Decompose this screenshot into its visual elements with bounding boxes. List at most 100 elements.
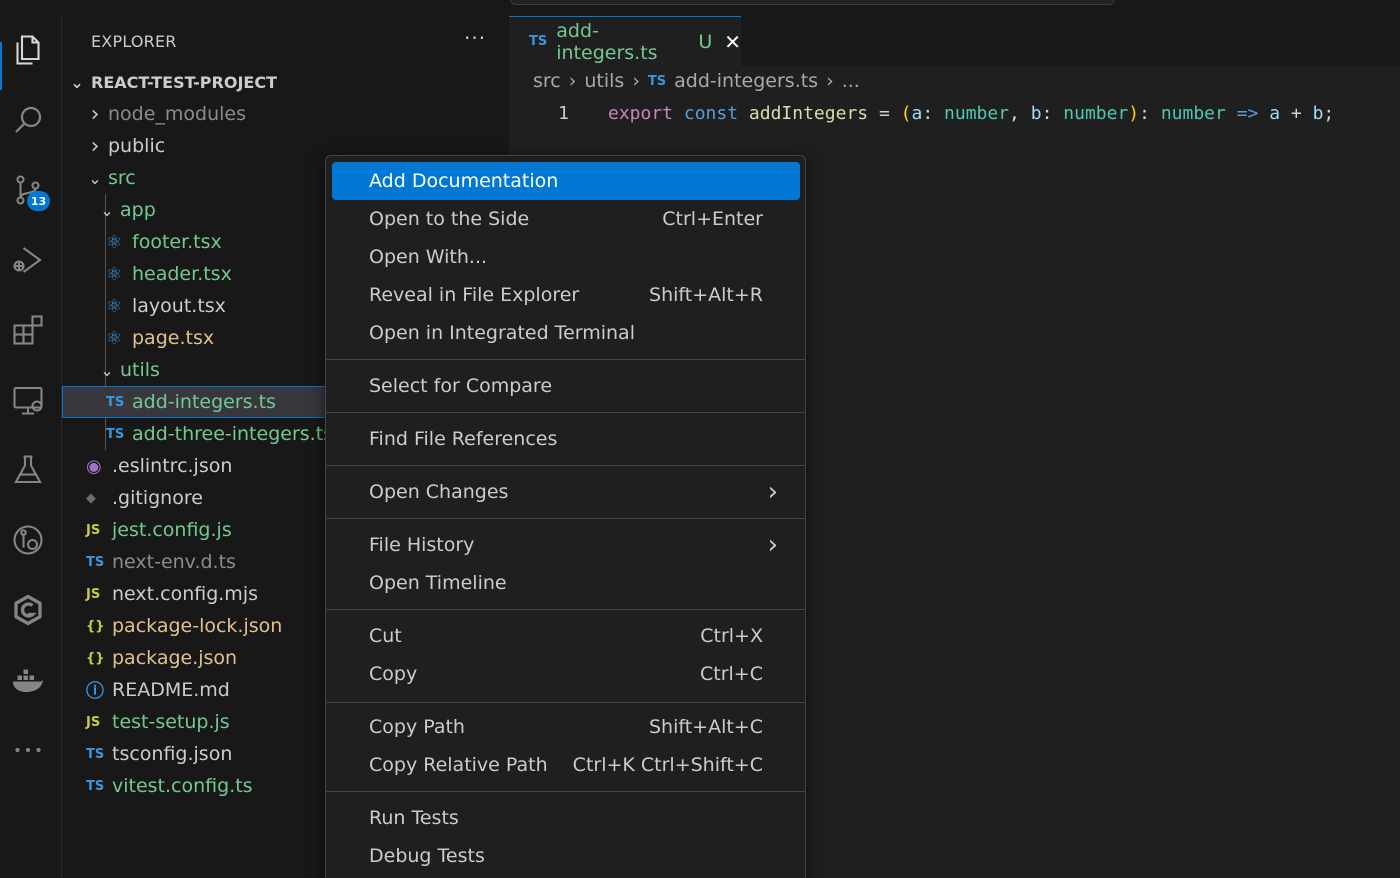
javascript-icon: JS <box>86 714 101 730</box>
tree-item-label: .eslintrc.json <box>112 455 233 477</box>
menu-item-open-changes[interactable]: Open Changes › <box>332 473 800 511</box>
line-number: 1 <box>558 102 569 124</box>
menu-item-copy-path[interactable]: Copy Path Shift+Alt+C <box>332 708 800 746</box>
chevron-right-icon: › <box>767 530 778 560</box>
git-graph-icon[interactable] <box>8 520 48 560</box>
chevron-right-icon: › <box>826 70 834 92</box>
javascript-icon: JS <box>86 522 101 538</box>
react-icon: ⚛ <box>106 263 123 285</box>
tree-item[interactable]: › node_modules <box>62 98 509 130</box>
tree-item-label: add-integers.ts <box>132 391 276 413</box>
menu-separator <box>326 412 805 413</box>
menu-item-select-for-compare[interactable]: Select for Compare <box>332 367 800 405</box>
tree-item-label: page.tsx <box>132 327 215 349</box>
identifier-addintegers: addIntegers <box>748 102 869 124</box>
tree-item-label: package.json <box>112 647 238 669</box>
paren-close: ) <box>1128 102 1140 124</box>
breadcrumb-utils[interactable]: utils <box>584 70 624 92</box>
react-icon: ⚛ <box>106 327 123 349</box>
menu-item-label: Open With... <box>369 246 488 268</box>
close-icon[interactable]: ✕ <box>724 30 741 54</box>
typescript-icon: TS <box>86 554 105 570</box>
menu-separator <box>326 518 805 519</box>
docker-icon[interactable] <box>8 660 48 700</box>
param-b: b <box>1030 102 1042 124</box>
tab-label: add-integers.ts <box>556 19 658 64</box>
menu-item-cut[interactable]: Cut Ctrl+X <box>332 617 800 655</box>
menu-item-label: Debug Tests <box>369 845 485 867</box>
chevron-down-icon: ⌄ <box>88 168 102 188</box>
menu-item-shortcut: Ctrl+C <box>700 663 763 685</box>
tree-item-label: add-three-integers.ts <box>132 423 334 445</box>
menu-item-label: Reveal in File Explorer <box>369 284 580 306</box>
menu-item-copy[interactable]: Copy Ctrl+C <box>332 655 800 693</box>
menu-item-open-in-integrated-terminal[interactable]: Open in Integrated Terminal <box>332 314 800 352</box>
tree-item-label: footer.tsx <box>132 231 222 253</box>
title-bar <box>0 0 1400 16</box>
code-line[interactable]: 1 export const addIntegers = (a: number,… <box>509 98 1400 128</box>
paren-open: ( <box>900 102 912 124</box>
breadcrumb-symbols[interactable]: ... <box>842 70 860 92</box>
explorer-title: EXPLORER <box>91 32 177 51</box>
extensions-icon[interactable] <box>8 310 48 350</box>
code-text[interactable]: export const addIntegers = (a: number, b… <box>608 103 1334 124</box>
menu-item-add-documentation[interactable]: Add Documentation <box>332 162 800 200</box>
tsconfig-icon: TS <box>86 746 105 762</box>
info-icon: ⓘ <box>86 681 104 702</box>
menu-item-shortcut: Ctrl+Enter <box>662 208 763 230</box>
menu-item-run-tests[interactable]: Run Tests <box>332 799 800 837</box>
run-debug-icon[interactable] <box>8 240 48 280</box>
ref-a: a <box>1269 102 1281 124</box>
menu-item-label: Run Tests <box>369 807 459 829</box>
testing-icon[interactable] <box>8 450 48 490</box>
breadcrumb-src[interactable]: src <box>533 70 561 92</box>
remote-explorer-icon[interactable] <box>8 380 48 420</box>
breadcrumb-file[interactable]: add-integers.ts <box>674 70 818 92</box>
menu-item-label: Open to the Side <box>369 208 530 230</box>
eslint-icon: ◉ <box>86 455 102 477</box>
search-icon[interactable] <box>8 100 48 140</box>
command-center[interactable] <box>510 0 1115 5</box>
typescript-icon: TS <box>106 394 125 410</box>
menu-item-copy-relative-path[interactable]: Copy Relative Path Ctrl+K Ctrl+Shift+C <box>332 746 800 784</box>
colon: : <box>1041 102 1064 124</box>
files-icon[interactable] <box>8 30 48 70</box>
explorer-root-folder[interactable]: ⌄ REACT-TEST-PROJECT <box>62 66 509 98</box>
menu-item-file-history[interactable]: File History › <box>332 526 800 564</box>
keyword-const: const <box>683 102 739 124</box>
tree-item-label: header.tsx <box>132 263 232 285</box>
tree-item-label: README.md <box>112 679 230 701</box>
tree-item-label: vitest.config.ts <box>112 775 253 797</box>
breadcrumb: src › utils › TS add-integers.ts › ... <box>533 70 860 92</box>
menu-item-label: Cut <box>369 625 402 647</box>
param-a: a <box>911 102 923 124</box>
chevron-down-icon: ⌄ <box>100 200 114 220</box>
active-indicator <box>0 42 2 90</box>
typescript-icon: TS <box>647 73 667 89</box>
gitlens-icon[interactable] <box>8 590 48 630</box>
menu-item-open-timeline[interactable]: Open Timeline <box>332 564 800 602</box>
menu-item-find-file-references[interactable]: Find File References <box>332 420 800 458</box>
menu-item-open-to-the-side[interactable]: Open to the Side Ctrl+Enter <box>332 200 800 238</box>
menu-item-open-with[interactable]: Open With... <box>332 238 800 276</box>
menu-item-label: Open in Integrated Terminal <box>369 322 635 344</box>
menu-item-reveal-in-file-explorer[interactable]: Reveal in File Explorer Shift+Alt+R <box>332 276 800 314</box>
menu-item-label: Select for Compare <box>369 375 553 397</box>
explorer-more-button[interactable]: ··· <box>464 26 486 50</box>
menu-item-label: File History <box>369 534 475 556</box>
react-icon: ⚛ <box>106 231 123 253</box>
operator-assign: = <box>868 102 901 124</box>
tree-item-label: tsconfig.json <box>112 743 233 765</box>
json-icon: {} <box>86 618 105 634</box>
menu-item-debug-tests[interactable]: Debug Tests <box>332 837 800 875</box>
root-folder-label: REACT-TEST-PROJECT <box>91 72 277 92</box>
menu-item-label: Find File References <box>369 428 558 450</box>
more-icon[interactable] <box>8 730 48 770</box>
tree-item-label: test-setup.js <box>112 711 230 733</box>
type-number: number <box>1063 102 1129 124</box>
tab-add-integers[interactable]: TS add-integers.ts U ✕ <box>509 16 741 66</box>
tab-untracked-status: U <box>698 30 713 53</box>
colon: : <box>1139 102 1161 124</box>
tree-item-label: public <box>108 135 166 157</box>
